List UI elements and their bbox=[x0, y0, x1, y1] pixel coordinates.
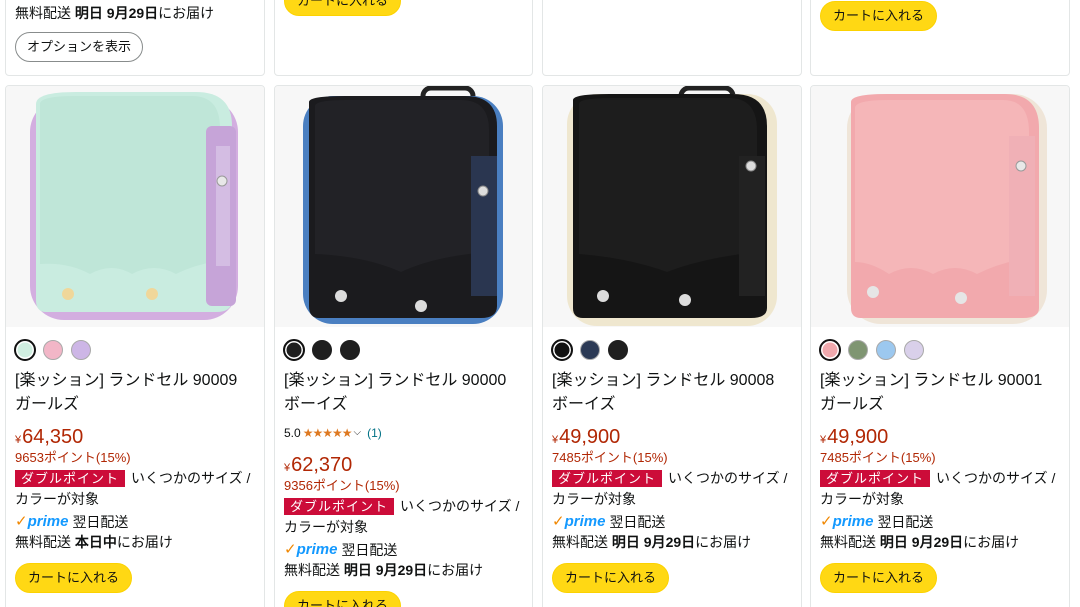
product-price: ¥62,370 bbox=[284, 454, 353, 476]
color-swatch[interactable] bbox=[14, 339, 36, 361]
double-points-badge: ダブルポイント bbox=[284, 498, 395, 515]
color-swatch[interactable] bbox=[340, 340, 360, 360]
color-swatch[interactable] bbox=[283, 339, 305, 361]
color-swatch[interactable] bbox=[43, 340, 63, 360]
points-info: 7485ポイント(15%) bbox=[820, 450, 936, 465]
prime-delivery: ✓ prime 翌日配送 bbox=[284, 541, 398, 558]
product-card[interactable]: [楽ッション] ランドセル 90000 ボーイズ 5.0 ★★★★★ ⌵ (1)… bbox=[274, 85, 533, 607]
pink-randoseru-image bbox=[847, 94, 1047, 324]
add-to-cart-button[interactable]: カートに入れる bbox=[820, 563, 938, 593]
color-swatch[interactable] bbox=[312, 340, 332, 360]
product-title[interactable]: [楽ッション] ランドセル 90009 ガールズ bbox=[15, 369, 255, 417]
delivery-info: 無料配送 本日中にお届け bbox=[15, 534, 173, 550]
promotion-info: ダブルポイント いくつかのサイズ / カラーが対象 bbox=[552, 470, 788, 507]
prime-check-icon: ✓ bbox=[552, 513, 565, 530]
product-card[interactable]: [楽ッション] ランドセル 90001 ガールズ ¥49,900 7485ポイン… bbox=[810, 85, 1070, 607]
prime-check-icon: ✓ bbox=[820, 513, 833, 530]
delivery-info: 無料配送 明日 9月29日にお届け bbox=[284, 562, 484, 578]
product-card-top-2: カートに入れる bbox=[274, 0, 533, 76]
prime-delivery: ✓ prime 翌日配送 bbox=[15, 513, 129, 530]
product-image[interactable] bbox=[275, 86, 532, 327]
product-image[interactable] bbox=[543, 86, 801, 327]
color-swatch[interactable] bbox=[876, 340, 896, 360]
product-image[interactable] bbox=[6, 86, 264, 327]
product-title[interactable]: [楽ッション] ランドセル 90008 ボーイズ bbox=[552, 369, 792, 417]
color-swatches bbox=[283, 339, 360, 361]
black-cream-randoseru-image bbox=[567, 86, 777, 326]
delivery-info: 無料配送 明日 9月29日にお届け bbox=[820, 534, 1020, 550]
prime-check-icon: ✓ bbox=[15, 513, 28, 530]
rating-count[interactable]: (1) bbox=[367, 424, 382, 442]
mint-randoseru-image bbox=[30, 92, 238, 320]
color-swatch[interactable] bbox=[819, 339, 841, 361]
color-swatches bbox=[551, 339, 628, 361]
promotion-info: ダブルポイント いくつかのサイズ / カラーが対象 bbox=[820, 470, 1056, 507]
product-title[interactable]: [楽ッション] ランドセル 90001 ガールズ bbox=[820, 369, 1060, 417]
color-swatches bbox=[14, 339, 91, 361]
color-swatch[interactable] bbox=[608, 340, 628, 360]
add-to-cart-button[interactable]: カートに入れる bbox=[284, 0, 402, 16]
promotion-info: ダブルポイント いくつかのサイズ / カラーが対象 bbox=[284, 498, 520, 535]
double-points-badge: ダブルポイント bbox=[15, 470, 126, 487]
add-to-cart-button[interactable]: カートに入れる bbox=[284, 591, 402, 607]
product-price: ¥49,900 bbox=[552, 426, 621, 448]
prime-logo: prime bbox=[27, 513, 69, 530]
product-price: ¥64,350 bbox=[15, 426, 84, 448]
product-card-top-3 bbox=[542, 0, 802, 76]
prime-delivery: ✓ prime 翌日配送 bbox=[820, 513, 934, 530]
product-price: ¥49,900 bbox=[820, 426, 889, 448]
color-swatch[interactable] bbox=[71, 340, 91, 360]
color-swatch[interactable] bbox=[551, 339, 573, 361]
double-points-badge: ダブルポイント bbox=[552, 470, 663, 487]
color-swatch[interactable] bbox=[904, 340, 924, 360]
color-swatch[interactable] bbox=[580, 340, 600, 360]
add-to-cart-button[interactable]: カートに入れる bbox=[552, 563, 670, 593]
rating-value: 5.0 bbox=[284, 426, 301, 440]
prime-logo: prime bbox=[296, 541, 338, 558]
prime-check-icon: ✓ bbox=[284, 541, 297, 558]
add-to-cart-button[interactable]: カートに入れる bbox=[820, 1, 938, 31]
double-points-badge: ダブルポイント bbox=[820, 470, 931, 487]
product-card-top-4: カートに入れる bbox=[810, 0, 1070, 76]
color-swatches bbox=[819, 339, 924, 361]
prime-logo: prime bbox=[832, 513, 874, 530]
chevron-down-icon[interactable]: ⌵ bbox=[353, 424, 361, 442]
star-rating-icon: ★★★★★ bbox=[302, 426, 353, 440]
product-image[interactable] bbox=[811, 86, 1069, 327]
product-card-top-1: 無料配送 明日 9月29日にお届け オプションを表示 bbox=[5, 0, 265, 76]
prime-logo: prime bbox=[564, 513, 606, 530]
prime-delivery: ✓ prime 翌日配送 bbox=[552, 513, 666, 530]
points-info: 9653ポイント(15%) bbox=[15, 450, 131, 465]
product-title[interactable]: [楽ッション] ランドセル 90000 ボーイズ bbox=[284, 369, 524, 417]
product-card[interactable]: [楽ッション] ランドセル 90008 ボーイズ ¥49,900 7485ポイン… bbox=[542, 85, 802, 607]
color-swatch[interactable] bbox=[848, 340, 868, 360]
promotion-info: ダブルポイント いくつかのサイズ / カラーが対象 bbox=[15, 470, 251, 507]
delivery-info: 無料配送 明日 9月29日にお届け bbox=[552, 534, 752, 550]
points-info: 7485ポイント(15%) bbox=[552, 450, 668, 465]
show-options-button[interactable]: オプションを表示 bbox=[15, 32, 144, 62]
black-blue-randoseru-image bbox=[303, 86, 503, 324]
delivery-info: 無料配送 明日 9月29日にお届け bbox=[15, 5, 215, 21]
product-card[interactable]: [楽ッション] ランドセル 90009 ガールズ ¥64,350 9653ポイン… bbox=[5, 85, 265, 607]
points-info: 9356ポイント(15%) bbox=[284, 478, 400, 493]
product-rating[interactable]: 5.0 ★★★★★ ⌵ (1) bbox=[284, 424, 382, 442]
add-to-cart-button[interactable]: カートに入れる bbox=[15, 563, 133, 593]
